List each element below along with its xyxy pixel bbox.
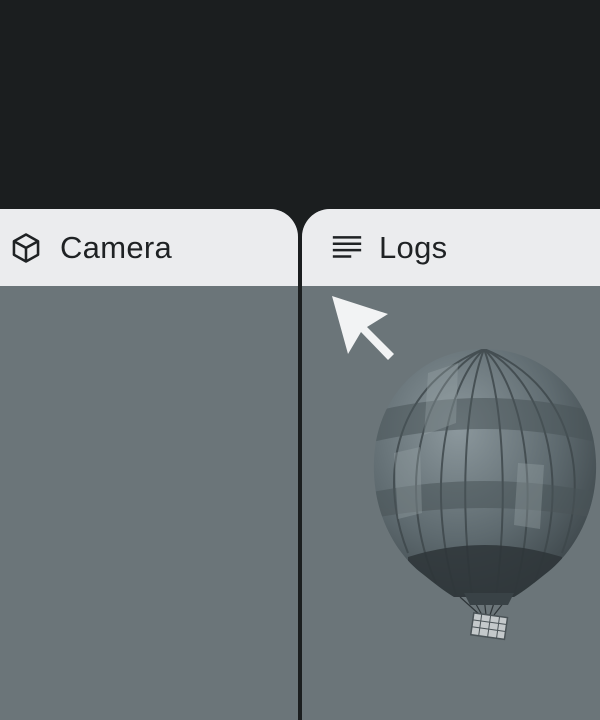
logs-view[interactable] <box>302 286 600 720</box>
logs-tab-header[interactable]: Logs <box>302 209 600 286</box>
camera-tab-header[interactable]: Camera <box>0 209 298 286</box>
logs-tab-label: Logs <box>379 229 448 265</box>
cube-icon <box>8 230 44 266</box>
logs-pane[interactable]: Logs <box>302 209 600 720</box>
camera-view[interactable] <box>0 286 298 720</box>
camera-pane[interactable]: Camera <box>0 209 298 720</box>
text-lines-icon <box>329 230 365 266</box>
hot-air-balloon-image <box>373 349 597 641</box>
camera-tab-label: Camera <box>60 229 173 265</box>
split-screen: Camera Logs <box>0 0 600 720</box>
